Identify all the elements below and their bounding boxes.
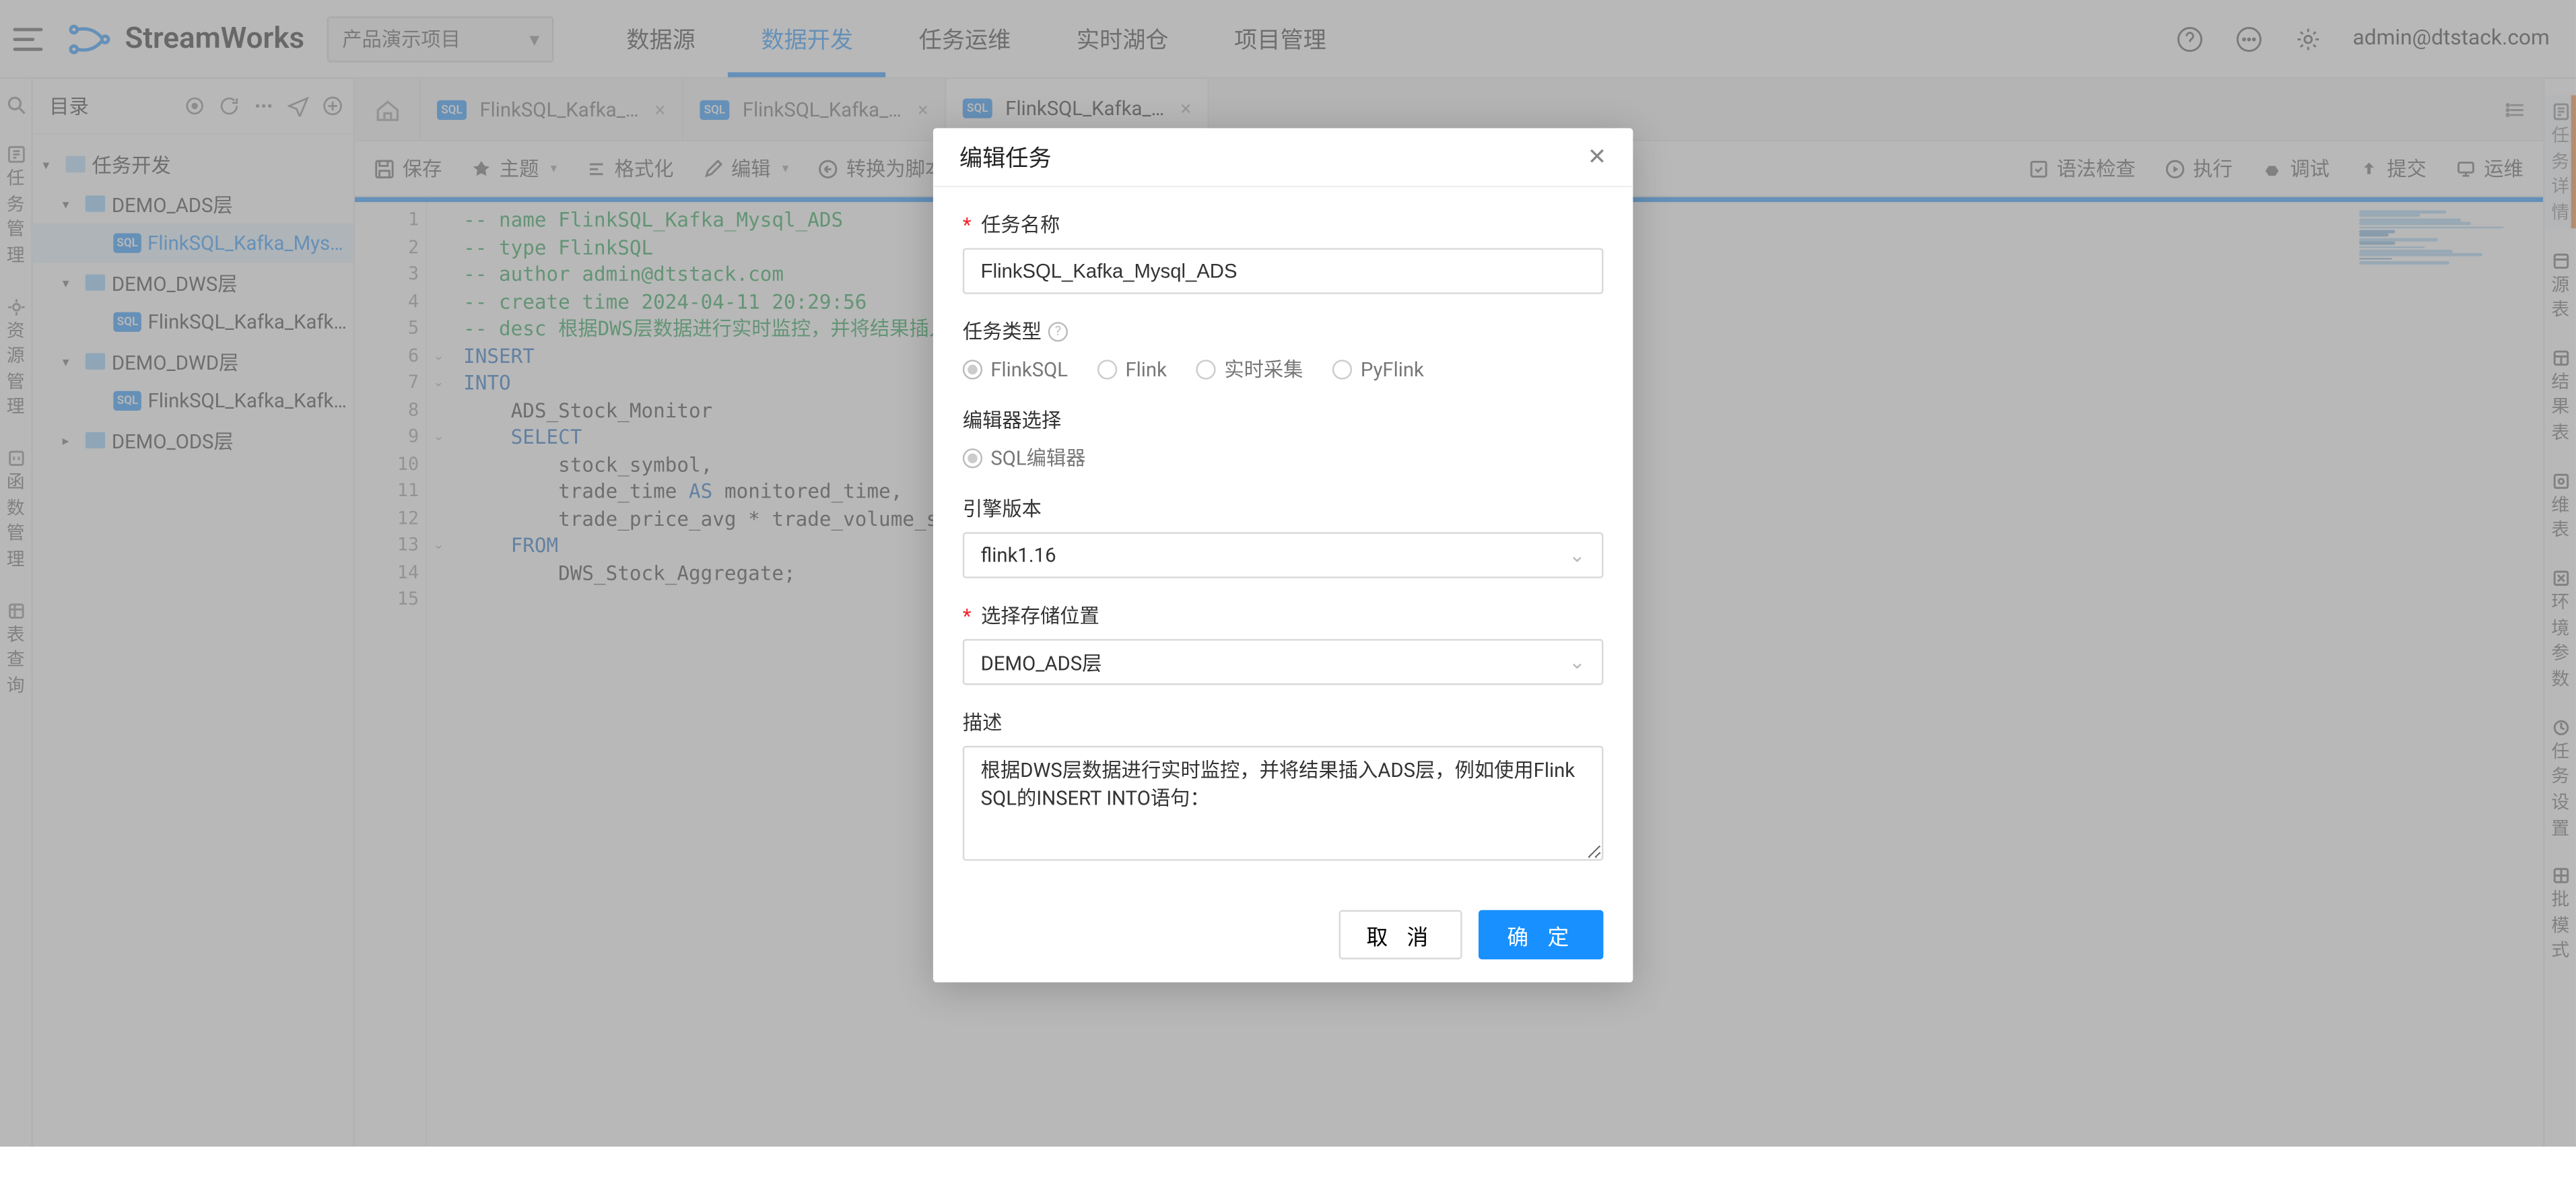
task-name-input[interactable] [963, 248, 1604, 294]
ok-button[interactable]: 确 定 [1479, 910, 1604, 959]
cancel-button[interactable]: 取 消 [1338, 910, 1463, 959]
task-type-radio: Flink [1097, 355, 1167, 382]
engine-label: 引擎版本 [963, 494, 1042, 522]
hint-icon[interactable]: ? [1048, 321, 1068, 341]
modal-title: 编辑任务 [959, 141, 1052, 174]
chevron-down-icon: ⌄ [1569, 544, 1586, 567]
engine-select[interactable]: flink1.16 ⌄ [963, 533, 1604, 578]
editor-radio: SQL编辑器 [963, 444, 1086, 471]
editor-select-label: 编辑器选择 [963, 406, 1061, 434]
task-name-label: 任务名称 [981, 210, 1060, 238]
task-type-radio: FlinkSQL [963, 355, 1068, 382]
desc-textarea[interactable] [963, 746, 1604, 861]
close-icon[interactable]: ✕ [1588, 144, 1607, 170]
task-type-label: 任务类型 [963, 317, 1042, 345]
desc-label: 描述 [963, 708, 1003, 736]
chevron-down-icon: ⌄ [1569, 650, 1586, 673]
location-select[interactable]: DEMO_ADS层 ⌄ [963, 639, 1604, 685]
edit-task-modal: 编辑任务 ✕ *任务名称 任务类型 ? FlinkSQLFlink实时采集PyF… [933, 128, 1633, 982]
task-type-radio: PyFlink [1332, 355, 1423, 382]
location-label: 选择存储位置 [981, 601, 1099, 629]
task-type-radio: 实时采集 [1196, 355, 1303, 382]
